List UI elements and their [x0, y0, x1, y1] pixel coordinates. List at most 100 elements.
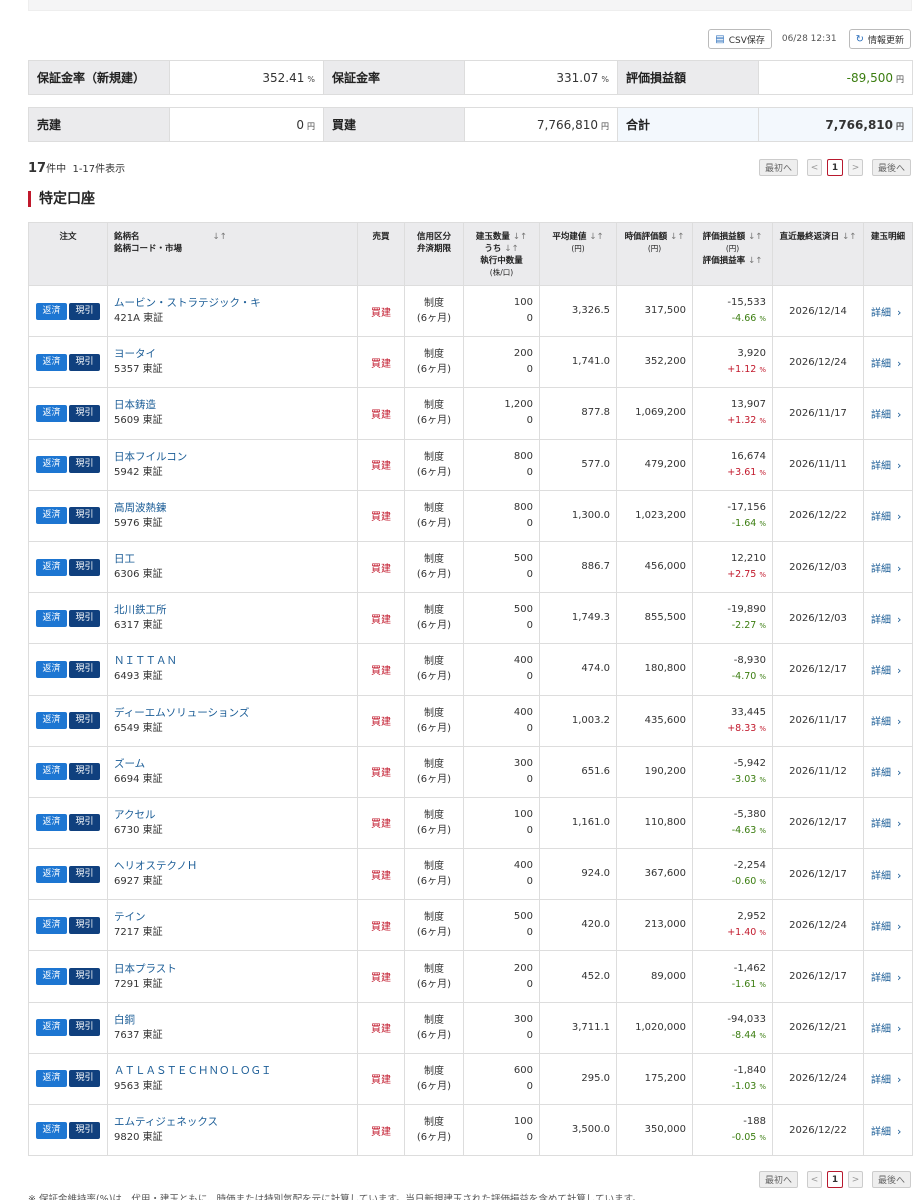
- summary-label: 保証金率: [323, 60, 465, 95]
- delivery-button[interactable]: 現引: [69, 404, 100, 422]
- pl-rate: -1.61: [731, 978, 757, 990]
- detail-link[interactable]: 詳細 ›: [863, 1052, 913, 1106]
- stock-name-link[interactable]: 日本フイルコン: [114, 449, 357, 465]
- col-market-value[interactable]: 時価評価額 ↓↑ (円): [616, 222, 693, 286]
- delivery-button[interactable]: 現引: [69, 507, 100, 525]
- stock-name-link[interactable]: 日工: [114, 551, 357, 567]
- detail-link[interactable]: 詳細 ›: [863, 592, 913, 645]
- stock-name-link[interactable]: ズーム: [114, 756, 357, 772]
- delivery-button[interactable]: 現引: [69, 1019, 100, 1037]
- delivery-button[interactable]: 現引: [69, 916, 100, 934]
- detail-link[interactable]: 詳細 ›: [863, 489, 913, 542]
- market-value: 855,500: [616, 592, 693, 645]
- delivery-button[interactable]: 現引: [69, 712, 100, 730]
- pager-prev-button[interactable]: <: [806, 1171, 822, 1188]
- detail-link[interactable]: 詳細 ›: [863, 1103, 913, 1157]
- pagination-bottom: 最初へ < 1 > 最後へ: [758, 1171, 911, 1188]
- stock-name-link[interactable]: 日本鋳造: [114, 397, 357, 413]
- repay-button[interactable]: 返済: [36, 660, 67, 678]
- detail-link[interactable]: 詳細 ›: [863, 438, 913, 491]
- delivery-button[interactable]: 現引: [69, 456, 100, 474]
- repay-button[interactable]: 返済: [36, 712, 67, 730]
- delivery-button[interactable]: 現引: [69, 814, 100, 832]
- repay-button[interactable]: 返済: [36, 456, 67, 474]
- delivery-button[interactable]: 現引: [69, 558, 100, 576]
- detail-link[interactable]: 詳細 ›: [863, 336, 913, 389]
- pager-last-button[interactable]: 最後へ: [871, 1171, 911, 1188]
- avg-price: 295.0: [539, 1052, 617, 1106]
- repay-button[interactable]: 返済: [36, 1070, 67, 1088]
- document-icon: ▤: [715, 33, 725, 45]
- detail-link[interactable]: 詳細 ›: [863, 387, 913, 440]
- stock-name-link[interactable]: 北川鉄工所: [114, 602, 357, 618]
- stock-name-link[interactable]: 日本プラスト: [114, 961, 357, 977]
- refresh-button[interactable]: ↻ 情報更新: [848, 29, 911, 49]
- repay-button[interactable]: 返済: [36, 1019, 67, 1037]
- col-name[interactable]: 銘柄名 ↓↑ 銘柄コード・市場: [107, 222, 358, 286]
- delivery-button[interactable]: 現引: [69, 1121, 100, 1139]
- delivery-button[interactable]: 現引: [69, 660, 100, 678]
- repay-button[interactable]: 返済: [36, 404, 67, 422]
- col-last-date[interactable]: 直近最終返済日 ↓↑: [772, 222, 864, 286]
- pager-next-button[interactable]: >: [847, 1171, 863, 1188]
- stock-name-link[interactable]: ムービン・ストラテジック・キ: [114, 295, 357, 311]
- col-quantity[interactable]: 建玉数量 ↓↑ うち ↓↑ 執行中数量 (株/口): [463, 222, 540, 286]
- delivery-button[interactable]: 現引: [69, 353, 100, 371]
- stock-name-link[interactable]: テイン: [114, 909, 357, 925]
- detail-link[interactable]: 詳細 ›: [863, 745, 913, 798]
- pager-prev-button[interactable]: <: [806, 159, 822, 176]
- stock-name-link[interactable]: アクセル: [114, 807, 357, 823]
- stock-cell: 日本プラスト 7291 東証: [107, 950, 358, 1003]
- trade-side: 買建: [357, 387, 405, 440]
- detail-link[interactable]: 詳細 ›: [863, 848, 913, 901]
- detail-link[interactable]: 詳細 ›: [863, 540, 913, 594]
- detail-link[interactable]: 詳細 ›: [863, 643, 913, 696]
- col-unrealized-pl[interactable]: 評価損益額 ↓↑ (円) 評価損益率 ↓↑: [692, 222, 773, 286]
- delivery-button[interactable]: 現引: [69, 763, 100, 781]
- table-row: 返済 現引 アクセル 6730 東証 買建 制度 (6ヶ月) 100 0 1,161.0 110,8…: [28, 796, 913, 850]
- repay-button[interactable]: 返済: [36, 763, 67, 781]
- repay-button[interactable]: 返済: [36, 558, 67, 576]
- col-avg-price[interactable]: 平均建値 ↓↑ (円): [539, 222, 617, 286]
- delivery-button[interactable]: 現引: [69, 865, 100, 883]
- delivery-button[interactable]: 現引: [69, 302, 100, 320]
- repay-button[interactable]: 返済: [36, 609, 67, 627]
- stock-name-link[interactable]: ヨータイ: [114, 346, 357, 362]
- detail-link[interactable]: 詳細 ›: [863, 694, 913, 747]
- trade-side: 買建: [357, 1001, 405, 1054]
- avg-price: 1,003.2: [539, 694, 617, 747]
- pager-page-1[interactable]: 1: [826, 1171, 843, 1188]
- detail-link[interactable]: 詳細 ›: [863, 899, 913, 952]
- repay-button[interactable]: 返済: [36, 814, 67, 832]
- summary-value-pl: -89,500 円: [758, 60, 913, 95]
- detail-link[interactable]: 詳細 ›: [863, 284, 913, 338]
- detail-link[interactable]: 詳細 ›: [863, 950, 913, 1003]
- repay-button[interactable]: 返済: [36, 865, 67, 883]
- repay-button[interactable]: 返済: [36, 353, 67, 371]
- delivery-button[interactable]: 現引: [69, 1070, 100, 1088]
- repay-button[interactable]: 返済: [36, 302, 67, 320]
- repay-button[interactable]: 返済: [36, 507, 67, 525]
- stock-name-link[interactable]: 高周波熱錬: [114, 500, 357, 516]
- csv-save-button[interactable]: ▤ CSV保存: [708, 29, 772, 49]
- repay-button[interactable]: 返済: [36, 968, 67, 986]
- pager-first-button[interactable]: 最初へ: [758, 159, 798, 176]
- pager-next-button[interactable]: >: [847, 159, 863, 176]
- delivery-button[interactable]: 現引: [69, 609, 100, 627]
- stock-name-link[interactable]: ディーエムソリューションズ: [114, 705, 357, 721]
- repay-button[interactable]: 返済: [36, 1121, 67, 1139]
- pager-first-button[interactable]: 最初へ: [758, 1171, 798, 1188]
- pager-page-1[interactable]: 1: [826, 159, 843, 176]
- detail-link[interactable]: 詳細 ›: [863, 796, 913, 850]
- delivery-button[interactable]: 現引: [69, 968, 100, 986]
- stock-name-link[interactable]: エムティジェネックス: [114, 1114, 357, 1130]
- pager-last-button[interactable]: 最後へ: [871, 159, 911, 176]
- detail-link[interactable]: 詳細 ›: [863, 1001, 913, 1054]
- order-cell: 返済 現引: [28, 1103, 108, 1157]
- stock-name-link[interactable]: 白銅: [114, 1012, 357, 1028]
- trade-side: 買建: [357, 643, 405, 696]
- stock-name-link[interactable]: ＡＴＬＡＳＴＥＣＨＮＯＬＯＧＩ: [114, 1063, 357, 1079]
- stock-name-link[interactable]: ヘリオステクノＨ: [114, 858, 357, 874]
- repay-button[interactable]: 返済: [36, 916, 67, 934]
- stock-name-link[interactable]: ＮＩＴＴＡＮ: [114, 653, 357, 669]
